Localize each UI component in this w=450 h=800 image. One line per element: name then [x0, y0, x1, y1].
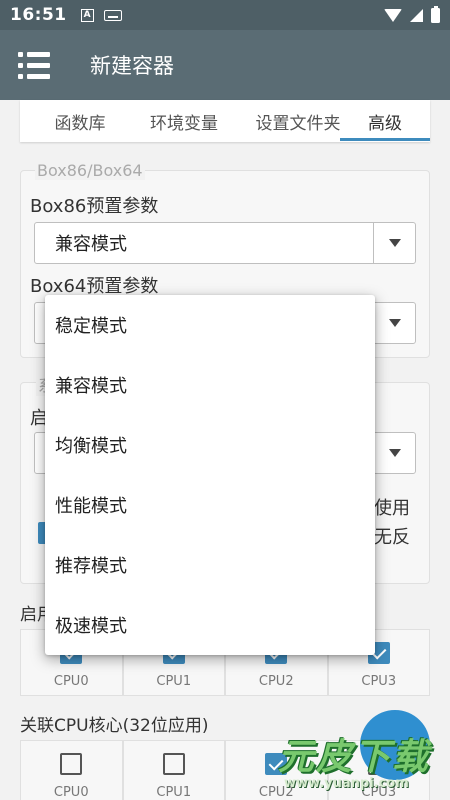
cpu32-item[interactable]: CPU0	[20, 740, 123, 800]
cpu32-section-label: 关联CPU核心(32位应用)	[20, 716, 209, 736]
cpu-label: CPU1	[156, 785, 192, 800]
cpu-label: CPU3	[361, 674, 397, 689]
app-bar: 新建容器	[0, 30, 450, 100]
battery-icon	[431, 5, 440, 23]
cpu-label: CPU0	[53, 785, 89, 800]
cpu-label: CPU2	[258, 674, 294, 689]
box-section-legend: Box86/Box64	[35, 161, 145, 180]
tab-libraries[interactable]: 函数库	[28, 100, 132, 142]
preset-dropdown-menu: 稳定模式 兼容模式 均衡模式 性能模式 推荐模式 极速模式	[45, 295, 375, 655]
tab-env-vars[interactable]: 环境变量	[132, 100, 236, 142]
active-tab-indicator	[340, 138, 430, 141]
wifi-icon	[384, 8, 402, 22]
notification-a-icon: A	[80, 8, 94, 22]
box86-preset-label: Box86预置参数	[30, 196, 159, 217]
menu-icon[interactable]	[0, 30, 64, 100]
dropdown-option-stable[interactable]: 稳定模式	[45, 295, 375, 355]
page-title: 新建容器	[90, 54, 174, 78]
watermark-title: 元皮下载	[278, 737, 431, 778]
status-bar: 16:51 A	[0, 0, 450, 30]
dropdown-option-compatible[interactable]: 兼容模式	[45, 355, 375, 415]
cpu32-item[interactable]: CPU1	[122, 740, 225, 800]
dropdown-option-balanced[interactable]: 均衡模式	[45, 415, 375, 475]
signal-icon	[410, 8, 423, 22]
status-time: 16:51	[10, 5, 67, 25]
dropdown-option-fast[interactable]: 极速模式	[45, 595, 375, 655]
dropdown-option-recommended[interactable]: 推荐模式	[45, 535, 375, 595]
cpu-label: CPU0	[53, 674, 89, 689]
checkbox-unchecked-icon[interactable]	[60, 753, 83, 775]
dropdown-arrow-icon[interactable]	[373, 303, 415, 343]
dropdown-option-performance[interactable]: 性能模式	[45, 475, 375, 535]
keyboard-icon	[103, 9, 122, 21]
box86-preset-select[interactable]: 兼容模式	[34, 222, 416, 264]
tab-advanced[interactable]: 高级	[340, 100, 430, 142]
cpu-label: CPU1	[156, 674, 192, 689]
tab-bar: 函数库 环境变量 设置文件夹 高级	[20, 100, 430, 142]
status-notification-icons: A	[80, 8, 122, 22]
dropdown-arrow-icon[interactable]	[373, 223, 415, 263]
dropdown-arrow-icon[interactable]	[373, 433, 415, 473]
system-option-text-2: 无反	[374, 527, 410, 548]
watermark-url: www.yuanpi.com	[284, 776, 409, 791]
watermark-logo: 元皮下载 www.yuanpi.com	[266, 728, 450, 800]
status-system-icons	[384, 5, 440, 23]
checkbox-unchecked-icon[interactable]	[162, 753, 185, 775]
box86-preset-value: 兼容模式	[55, 234, 127, 255]
system-option-text: 使用	[374, 498, 410, 519]
